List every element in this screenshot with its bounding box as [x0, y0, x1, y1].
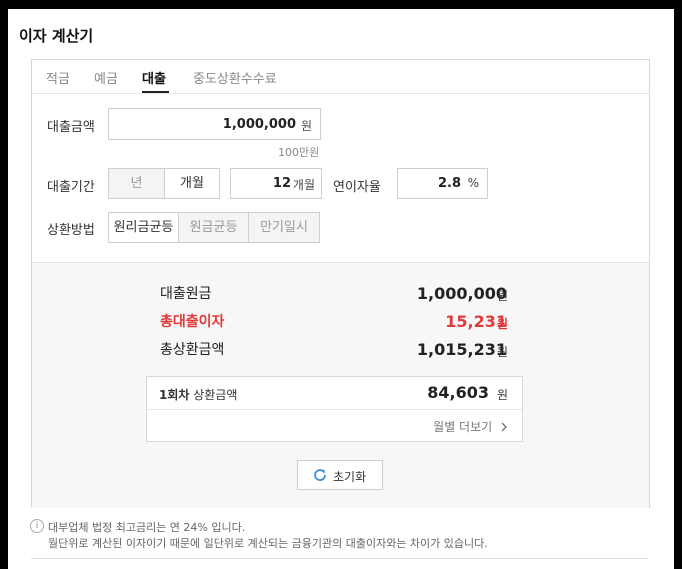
tab-savings[interactable]: 적금 [46, 68, 70, 87]
tab-bar: 적금 예금 대출 중도상환수수료 [32, 60, 649, 94]
amount-unit: 원 [300, 119, 312, 133]
amount-value: 1,000,000 [222, 117, 296, 132]
divider [31, 558, 648, 559]
calculator-window: 이자 계산기 적금 예금 대출 중도상환수수료 대출금액 1,000,000 원… [8, 9, 674, 569]
repay-label: 상환방법 [47, 223, 95, 238]
rate-input[interactable]: 2.8 % [397, 168, 488, 199]
tab-loan[interactable]: 대출 [142, 68, 166, 87]
monthly-details-link[interactable]: 월별 더보기 [433, 418, 508, 435]
installment-unit: 원 [496, 388, 508, 402]
principal-value: 1,000,000 [416, 284, 507, 303]
interest-label: 총대출이자 [160, 314, 225, 330]
reset-button[interactable]: 초기화 [297, 460, 383, 490]
months-value: 12 [272, 176, 291, 191]
amount-hint: 100만원 [278, 146, 320, 159]
result-area: 대출원금 1,000,000 원 총대출이자 15,231 원 총상환금액 1,… [32, 262, 649, 508]
rate-unit: % [467, 176, 479, 190]
installment-value: 84,603 [427, 383, 489, 402]
period-month-button[interactable]: 개월 [164, 168, 220, 199]
calculator-panel: 적금 예금 대출 중도상환수수료 대출금액 1,000,000 원 100만원 … [31, 59, 650, 508]
refresh-icon [314, 469, 326, 481]
principal-label: 대출원금 [160, 286, 212, 302]
page-title: 이자 계산기 [19, 27, 94, 45]
months-unit: 개월 [292, 178, 315, 192]
info-icon: i [30, 519, 44, 533]
note-max-rate: 대부업체 법정 최고금리는 연 24% 입니다. [48, 521, 246, 534]
repay-option-equal-principal[interactable]: 원금균등 [178, 212, 249, 243]
total-label: 총상환금액 [160, 342, 225, 358]
tab-deposit[interactable]: 예금 [94, 68, 118, 87]
active-tab-indicator [142, 91, 169, 93]
principal-unit: 원 [497, 289, 509, 303]
rate-value: 2.8 [437, 176, 461, 191]
installment-divider [147, 409, 522, 410]
note-calculation-basis: 월단위로 계산된 이자이기 때문에 일단위로 계산되는 금융기관의 대출이자와는… [48, 537, 488, 550]
interest-unit: 원 [497, 317, 509, 331]
amount-label: 대출금액 [47, 120, 95, 135]
repay-option-equal-payment[interactable]: 원리금균등 [108, 212, 179, 243]
period-label: 대출기간 [47, 180, 95, 195]
installment-label: 1회차 상환금액 [159, 388, 238, 402]
months-input[interactable]: 12 개월 [230, 168, 322, 199]
installment-box: 1회차 상환금액 84,603 원 월별 더보기 [146, 376, 523, 442]
chevron-right-icon [501, 422, 507, 432]
tab-prepayment-fee[interactable]: 중도상환수수료 [193, 68, 277, 87]
total-unit: 원 [497, 345, 509, 359]
rate-label: 연이자율 [333, 180, 381, 195]
amount-input[interactable]: 1,000,000 원 [108, 108, 321, 140]
total-value: 1,015,231 [416, 340, 507, 359]
repay-option-bullet[interactable]: 만기일시 [248, 212, 320, 243]
period-year-button[interactable]: 년 [108, 168, 165, 199]
